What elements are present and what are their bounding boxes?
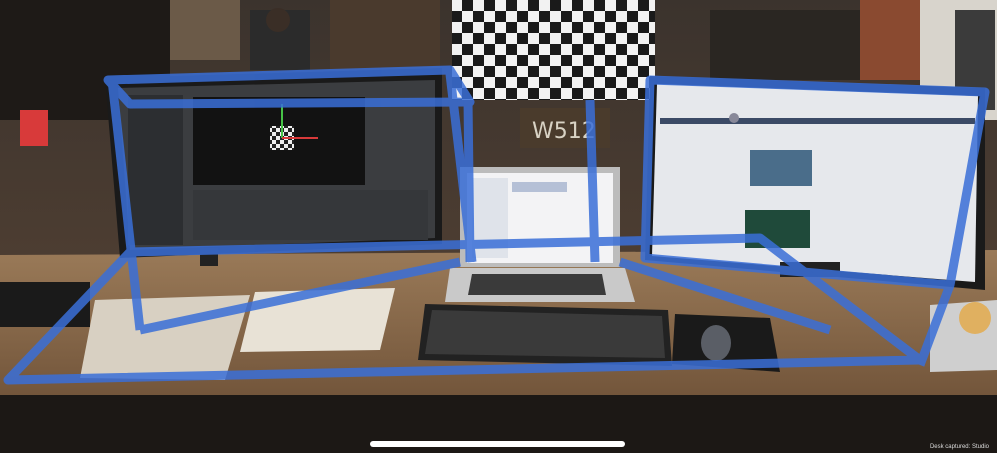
left-monitor-panel (193, 190, 428, 240)
laptop-screen-header (512, 182, 567, 192)
window-light (170, 0, 240, 60)
background-cabinet (330, 0, 440, 70)
checkerboard-marker-icon (452, 0, 655, 100)
laptop-keyboard (468, 274, 606, 295)
right-monitor-screen (652, 84, 978, 282)
sign-label: W512 (532, 119, 596, 144)
person-head (266, 8, 290, 32)
right-ball (959, 302, 991, 334)
right-monitor-avatar (729, 113, 739, 123)
ar-scene: W512 Desk captured: Studio (0, 0, 997, 453)
background-monitor-back (710, 10, 870, 80)
brick-wall (860, 0, 920, 80)
right-monitor-image (750, 150, 812, 186)
ar-mid-left (463, 99, 475, 263)
left-monitor-sidebar (128, 95, 183, 245)
mouse-icon (701, 325, 731, 361)
red-tag (20, 110, 48, 146)
right-monitor-nav (660, 118, 975, 124)
watermark: Desk captured: Studio (929, 444, 989, 450)
home-indicator (370, 441, 625, 447)
scene-illustration: W512 (0, 0, 997, 453)
paper-sheet (240, 288, 395, 352)
keyboard-keys (425, 310, 665, 358)
